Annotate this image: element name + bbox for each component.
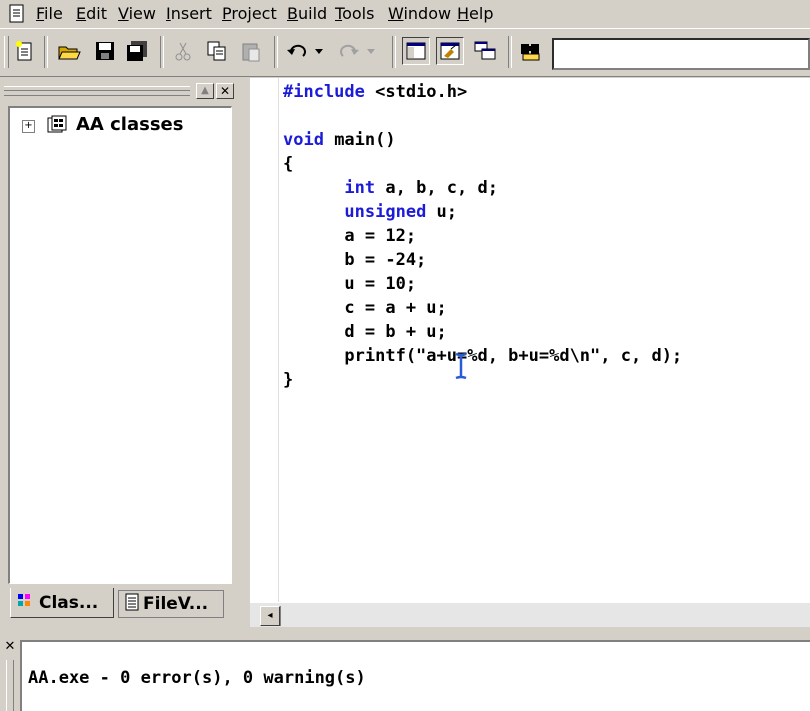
scroll-left-button[interactable]: ◂	[260, 606, 280, 626]
code-line[interactable]	[283, 104, 682, 128]
output-grip[interactable]	[6, 660, 14, 711]
close-pane-button[interactable]: ✕	[216, 83, 234, 99]
tab-class-view-label: Clas...	[39, 592, 99, 613]
copy-icon[interactable]	[204, 38, 230, 64]
expand-toggle-icon[interactable]: +	[22, 120, 35, 133]
class-view-tree[interactable]: + AA classes	[8, 106, 232, 584]
code-line[interactable]: unsigned u;	[283, 200, 682, 224]
save-icon[interactable]	[92, 38, 118, 64]
code-line[interactable]: #include <stdio.h>	[283, 80, 682, 104]
code-line[interactable]: a = 12;	[283, 224, 682, 248]
menu-project[interactable]: Project	[222, 4, 277, 23]
code-line[interactable]: }	[283, 368, 682, 392]
class-view-icon	[17, 592, 35, 613]
menu-file[interactable]: File	[36, 4, 63, 23]
find-combo-input[interactable]	[552, 38, 810, 70]
undo-icon[interactable]	[284, 38, 330, 64]
open-folder-icon[interactable]	[56, 38, 82, 64]
text-cursor-icon	[454, 352, 468, 380]
window-list-icon[interactable]	[472, 38, 498, 64]
redo-icon	[336, 38, 382, 64]
output-icon[interactable]	[436, 37, 464, 65]
code-line[interactable]: c = a + u;	[283, 296, 682, 320]
cut-icon	[170, 38, 196, 64]
tree-root-label[interactable]: AA classes	[76, 114, 183, 135]
source-code[interactable]: #include <stdio.h> void main(){ int a, b…	[283, 80, 682, 392]
document-menu-icon[interactable]	[8, 4, 26, 28]
paste-icon	[238, 38, 264, 64]
menu-tools[interactable]: Tools	[335, 4, 374, 23]
tab-file-view[interactable]: FileV...	[118, 590, 224, 618]
toolbar-grip[interactable]	[4, 36, 9, 68]
tab-class-view[interactable]: Clas...	[10, 588, 114, 618]
new-file-icon[interactable]	[12, 38, 38, 64]
output-window[interactable]: AA.exe - 0 error(s), 0 warning(s)	[20, 640, 810, 711]
close-output-icon[interactable]: ✕	[2, 640, 18, 656]
build-result-text: AA.exe - 0 error(s), 0 warning(s)	[28, 668, 366, 688]
editor-gutter	[250, 78, 279, 602]
code-line[interactable]: {	[283, 152, 682, 176]
code-line[interactable]: d = b + u;	[283, 320, 682, 344]
menu-help[interactable]: Help	[457, 4, 493, 23]
menu-bar: File Edit View Insert Project Build Tools Windo…	[0, 0, 810, 29]
save-all-icon[interactable]	[124, 38, 150, 64]
menu-view[interactable]: View	[118, 4, 156, 23]
code-line[interactable]: void main()	[283, 128, 682, 152]
menu-window[interactable]: Window	[388, 4, 451, 23]
code-line[interactable]: int a, b, c, d;	[283, 176, 682, 200]
workspace-icon[interactable]	[402, 37, 430, 65]
menu-insert[interactable]: Insert	[166, 4, 212, 23]
tab-file-view-label: FileV...	[143, 594, 209, 614]
horizontal-scrollbar[interactable]: ◂	[250, 602, 810, 627]
file-view-icon	[125, 593, 139, 616]
classes-node-icon	[46, 114, 70, 140]
menu-edit[interactable]: Edit	[76, 4, 107, 23]
code-line[interactable]: u = 10;	[283, 272, 682, 296]
code-line[interactable]: b = -24;	[283, 248, 682, 272]
menu-build[interactable]: Build	[287, 4, 327, 23]
maximize-pane-button[interactable]: ▲	[196, 83, 214, 99]
find-in-files-icon[interactable]	[518, 38, 544, 64]
code-line[interactable]: printf("a+u=%d, b+u=%d\n", c, d);	[283, 344, 682, 368]
